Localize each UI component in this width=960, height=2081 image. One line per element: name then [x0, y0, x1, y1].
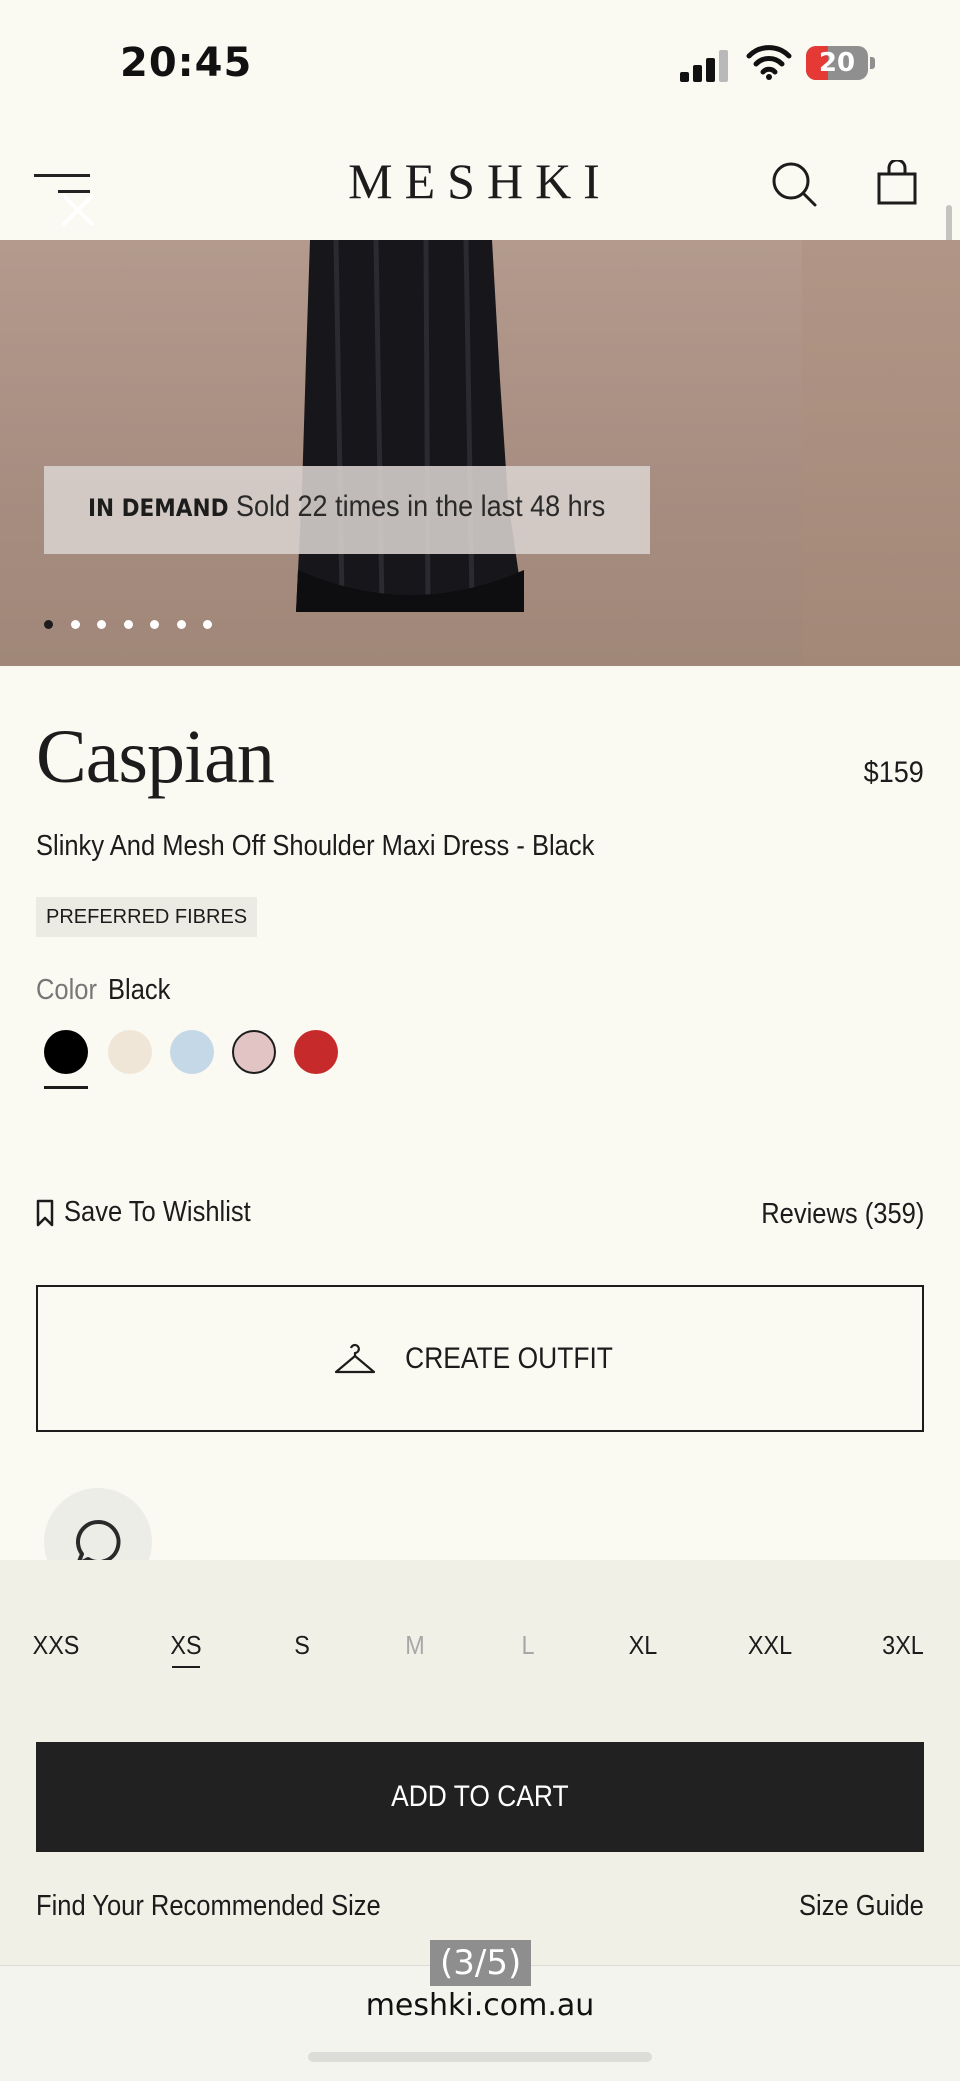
carousel-dot[interactable] [150, 620, 159, 629]
in-demand-label: IN DEMAND [88, 494, 229, 522]
size-option-xxs[interactable]: XXS [33, 1630, 80, 1661]
reviews-link[interactable]: Reviews (359) [761, 1198, 924, 1231]
save-to-wishlist-button[interactable]: Save To Wishlist [36, 1196, 276, 1229]
in-demand-text: Sold 22 times in the last 48 hrs [236, 490, 606, 523]
wishlist-label: Save To Wishlist [64, 1196, 251, 1228]
size-option-m[interactable]: M [405, 1630, 425, 1661]
product-image-carousel[interactable] [0, 240, 960, 666]
size-option-s[interactable]: S [294, 1630, 310, 1661]
selected-swatch-indicator [44, 1086, 88, 1089]
size-option-3xl[interactable]: 3XL [882, 1630, 924, 1661]
carousel-dot[interactable] [203, 620, 212, 629]
carousel-dot[interactable] [44, 620, 53, 629]
size-option-l[interactable]: L [521, 1630, 534, 1661]
selected-size-indicator [172, 1666, 200, 1668]
recommended-size-link[interactable]: Find Your Recommended Size [36, 1890, 381, 1923]
add-to-cart-label: ADD TO CART [391, 1780, 569, 1813]
size-option-xs[interactable]: XS [170, 1630, 201, 1661]
size-option-xl[interactable]: XL [629, 1630, 658, 1661]
color-label: Color [36, 974, 97, 1006]
preferred-fibres-badge: PREFERRED FIBRES [36, 897, 258, 937]
color-swatch-black[interactable] [44, 1030, 88, 1074]
add-to-cart-button[interactable]: ADD TO CART [36, 1742, 924, 1852]
carousel-dot[interactable] [70, 620, 80, 629]
create-outfit-button[interactable]: CREATE OUTFIT [36, 1285, 924, 1432]
status-time: 20:45 [120, 40, 253, 86]
color-value: Black [108, 974, 171, 1006]
battery-icon: 20 [806, 46, 868, 80]
hanger-icon [334, 1343, 376, 1373]
create-outfit-label: CREATE OUTFIT [405, 1341, 613, 1375]
shopping-bag-icon[interactable] [876, 160, 918, 206]
color-swatch-cream[interactable] [108, 1030, 152, 1074]
size-option-xxl[interactable]: XXL [748, 1630, 792, 1661]
size-guide-link[interactable]: Size Guide [799, 1890, 924, 1923]
url-text[interactable]: meshki.com.au [0, 1988, 960, 2023]
search-icon[interactable] [770, 160, 818, 208]
product-price: $159 [863, 756, 924, 789]
color-swatch-red[interactable] [294, 1030, 338, 1074]
bookmark-icon [36, 1199, 54, 1226]
color-swatch-blush[interactable] [232, 1030, 276, 1074]
product-photo [296, 240, 524, 612]
battery-nub [870, 57, 875, 69]
carousel-dot[interactable] [97, 620, 106, 629]
battery-level: 20 [818, 48, 856, 78]
color-swatch-light-blue[interactable] [170, 1030, 214, 1074]
page-counter: (3/5) [430, 1940, 532, 1986]
product-title: Caspian [36, 715, 275, 799]
carousel-dot[interactable] [176, 620, 186, 629]
carousel-dot[interactable] [123, 620, 133, 629]
home-indicator[interactable] [308, 2052, 652, 2062]
product-subtitle: Slinky And Mesh Off Shoulder Maxi Dress … [36, 830, 595, 862]
cellular-signal-icon [680, 48, 730, 82]
wifi-icon [746, 45, 792, 80]
